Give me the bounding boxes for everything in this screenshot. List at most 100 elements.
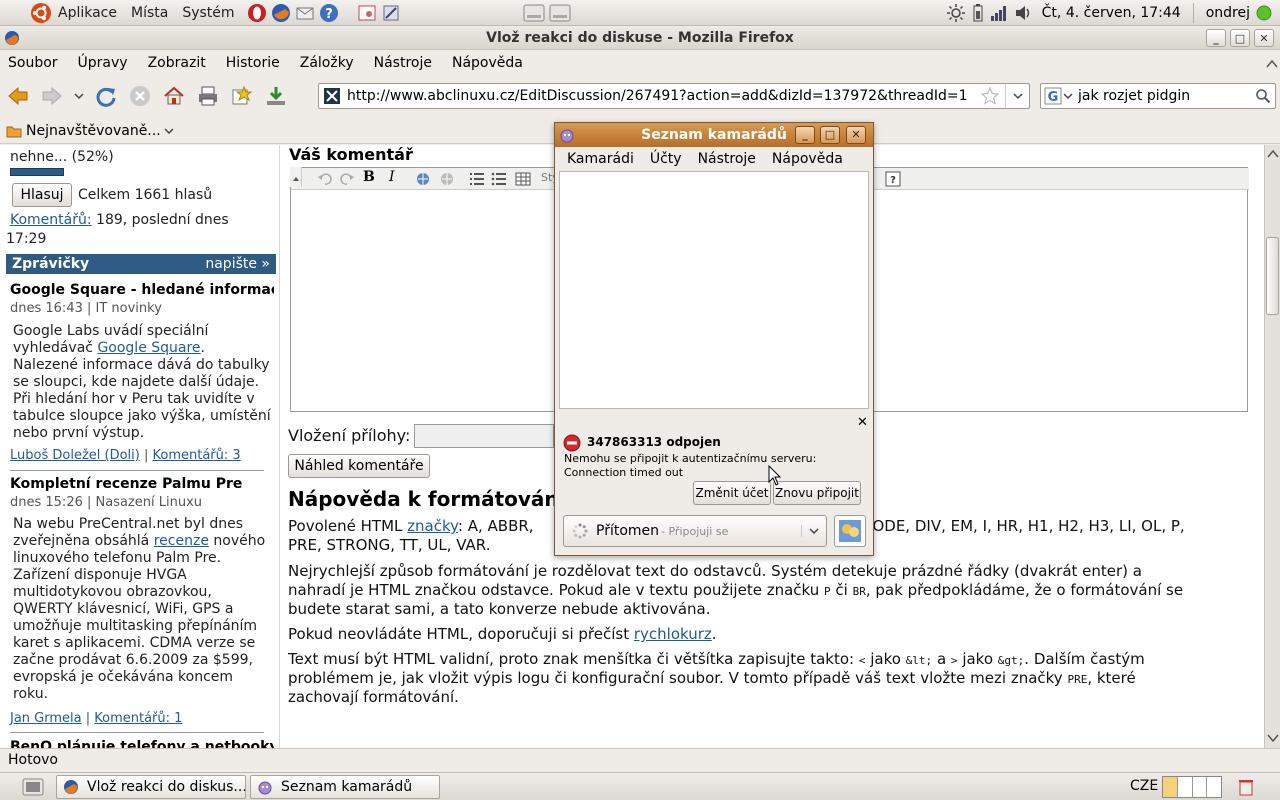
news-write-link[interactable]: napište » <box>205 254 270 274</box>
buddy-list-maximize-button[interactable]: □ <box>820 126 840 144</box>
menu-historie[interactable]: Historie <box>226 55 280 71</box>
history-dropdown[interactable] <box>70 80 88 112</box>
buddy-list[interactable] <box>559 171 869 409</box>
workspace-switcher-icon[interactable] <box>549 3 571 23</box>
volume-icon[interactable] <box>1014 3 1032 23</box>
editor-help-icon[interactable]: ? <box>885 171 901 187</box>
menu-ucty[interactable]: Účty <box>650 151 682 167</box>
print-button[interactable] <box>192 80 224 112</box>
search-bar[interactable]: G jak rozjet pidgin <box>1040 83 1276 109</box>
undo-icon[interactable] <box>317 171 333 187</box>
brightness-icon[interactable] <box>946 3 966 23</box>
workspace-4[interactable] <box>1207 777 1221 797</box>
tags-link[interactable]: značky <box>407 517 458 535</box>
vote-button[interactable]: Hlasuj <box>12 183 72 207</box>
scroll-up-arrow[interactable] <box>1267 149 1279 159</box>
workspace-3[interactable] <box>1193 777 1208 797</box>
reload-button[interactable] <box>90 80 122 112</box>
window-titlebar[interactable]: Vlož reakci do diskuse - Mozilla Firefox… <box>0 27 1280 50</box>
help-launcher-icon[interactable]: ? <box>319 3 339 23</box>
menu-napoveda[interactable]: Nápověda <box>772 151 843 167</box>
editor-resize-toggle[interactable] <box>290 167 302 187</box>
news-title[interactable]: Kompletní recenze Palmu Pre <box>10 476 274 492</box>
quick-course-link[interactable]: rychlokurz <box>634 625 712 643</box>
menu-aplikace[interactable]: Aplikace <box>58 5 117 21</box>
news-title[interactable]: Google Square - hledané informace <box>10 282 274 298</box>
news-comments-link[interactable]: Komentářů: 3 <box>153 448 241 463</box>
stop-button[interactable] <box>124 80 156 112</box>
redo-icon[interactable] <box>339 171 355 187</box>
workspace-switcher[interactable] <box>1162 776 1222 798</box>
menu-mista[interactable]: Místa <box>131 5 168 21</box>
table-icon[interactable] <box>515 171 531 187</box>
menu-system[interactable]: Systém <box>182 5 234 21</box>
page-scrollbar[interactable] <box>1264 145 1280 748</box>
bold-icon[interactable]: B <box>363 169 375 185</box>
news-title[interactable]: BenQ plánuje telefony a netbooky <box>10 739 274 748</box>
attachment-input[interactable] <box>414 424 554 448</box>
download-button[interactable] <box>260 80 292 112</box>
status-selector[interactable]: Přítomen - Připojuji se <box>563 515 827 547</box>
menu-zalozky[interactable]: Záložky <box>300 55 354 71</box>
forward-button[interactable] <box>36 80 68 112</box>
workspace-1[interactable] <box>1163 777 1178 797</box>
url-text[interactable]: http://www.abclinuxu.cz/EditDiscussion/2… <box>347 88 981 104</box>
bookmark-star-icon[interactable] <box>981 87 999 105</box>
firefox-launcher-icon[interactable] <box>271 3 291 23</box>
news-body-link[interactable]: recenze <box>154 533 209 549</box>
news-author-link[interactable]: Jan Grmela <box>10 711 82 726</box>
menu-soubor[interactable]: Soubor <box>8 55 58 71</box>
link-icon[interactable] <box>415 171 431 187</box>
scroll-down-arrow[interactable] <box>1267 733 1279 743</box>
keyboard-layout[interactable]: CZE <box>1130 778 1158 794</box>
task-pidgin[interactable]: Seznam kamarádů <box>250 775 440 799</box>
news-comments-link[interactable]: Komentářů: 1 <box>94 711 182 726</box>
user-status-icon[interactable] <box>1256 5 1272 21</box>
buddy-icon-button[interactable] <box>834 515 866 547</box>
poll-comments-link[interactable]: Komentářů: <box>10 212 92 228</box>
url-bar[interactable]: http://www.abclinuxu.cz/EditDiscussion/2… <box>318 83 1030 109</box>
battery-icon[interactable] <box>972 3 984 23</box>
screenshot-launcher-icon[interactable] <box>357 3 377 23</box>
minimize-button[interactable]: _ <box>1206 29 1226 47</box>
search-engine-selector[interactable]: G <box>1044 87 1074 105</box>
bookmark-page-button[interactable] <box>226 80 258 112</box>
clock[interactable]: Čt, 4. červen, 17:44 <box>1042 5 1181 21</box>
task-firefox[interactable]: Vlož reakci do diskus... <box>56 775 246 799</box>
home-button[interactable] <box>158 80 190 112</box>
change-account-button[interactable]: Změnit účet <box>693 481 771 505</box>
preview-comment-button[interactable]: Náhled komentáře <box>288 454 430 478</box>
maximize-button[interactable]: □ <box>1230 29 1250 47</box>
news-author-link[interactable]: Luboš Doležel (Doli) <box>10 448 140 463</box>
show-desktop-icon[interactable] <box>523 3 545 23</box>
menu-kamaradi[interactable]: Kamarádi <box>567 151 634 167</box>
menu-nastroje[interactable]: Nástroje <box>698 151 756 167</box>
menu-nastroje[interactable]: Nástroje <box>374 55 432 71</box>
italic-icon[interactable]: I <box>389 169 395 185</box>
workspace-2[interactable] <box>1178 777 1193 797</box>
reconnect-button[interactable]: Znovu připojit <box>773 481 861 505</box>
buddy-list-titlebar[interactable]: Seznam kamarádů _ □ ✕ <box>555 123 873 147</box>
trash-icon[interactable] <box>1236 777 1256 797</box>
buddy-list-close-button[interactable]: ✕ <box>846 126 866 144</box>
search-input[interactable]: jak rozjet pidgin <box>1078 88 1255 104</box>
ubuntu-logo-icon[interactable] <box>30 2 52 24</box>
network-signal-icon[interactable] <box>990 3 1008 23</box>
user-name[interactable]: ondrej <box>1206 5 1250 21</box>
show-desktop-button[interactable] <box>22 777 44 797</box>
close-window-button[interactable]: ✕ <box>1254 29 1274 47</box>
search-icon[interactable] <box>1255 88 1271 104</box>
error-close-icon[interactable]: ✕ <box>857 415 868 430</box>
scroll-thumb[interactable] <box>1266 237 1279 315</box>
mail-launcher-icon[interactable] <box>295 3 315 23</box>
menu-zobrazit[interactable]: Zobrazit <box>148 55 206 71</box>
menu-upravy[interactable]: Úpravy <box>78 55 128 71</box>
news-body-link[interactable]: Google Square <box>97 340 200 356</box>
unlink-icon[interactable] <box>439 171 455 187</box>
back-button[interactable] <box>2 80 34 112</box>
unordered-list-icon[interactable] <box>491 171 507 187</box>
editor-launcher-icon[interactable] <box>381 3 401 23</box>
most-visited-folder[interactable]: Nejnavštěvovaně... <box>6 123 175 139</box>
menu-napoveda[interactable]: Nápověda <box>452 55 523 71</box>
ordered-list-icon[interactable] <box>469 171 485 187</box>
